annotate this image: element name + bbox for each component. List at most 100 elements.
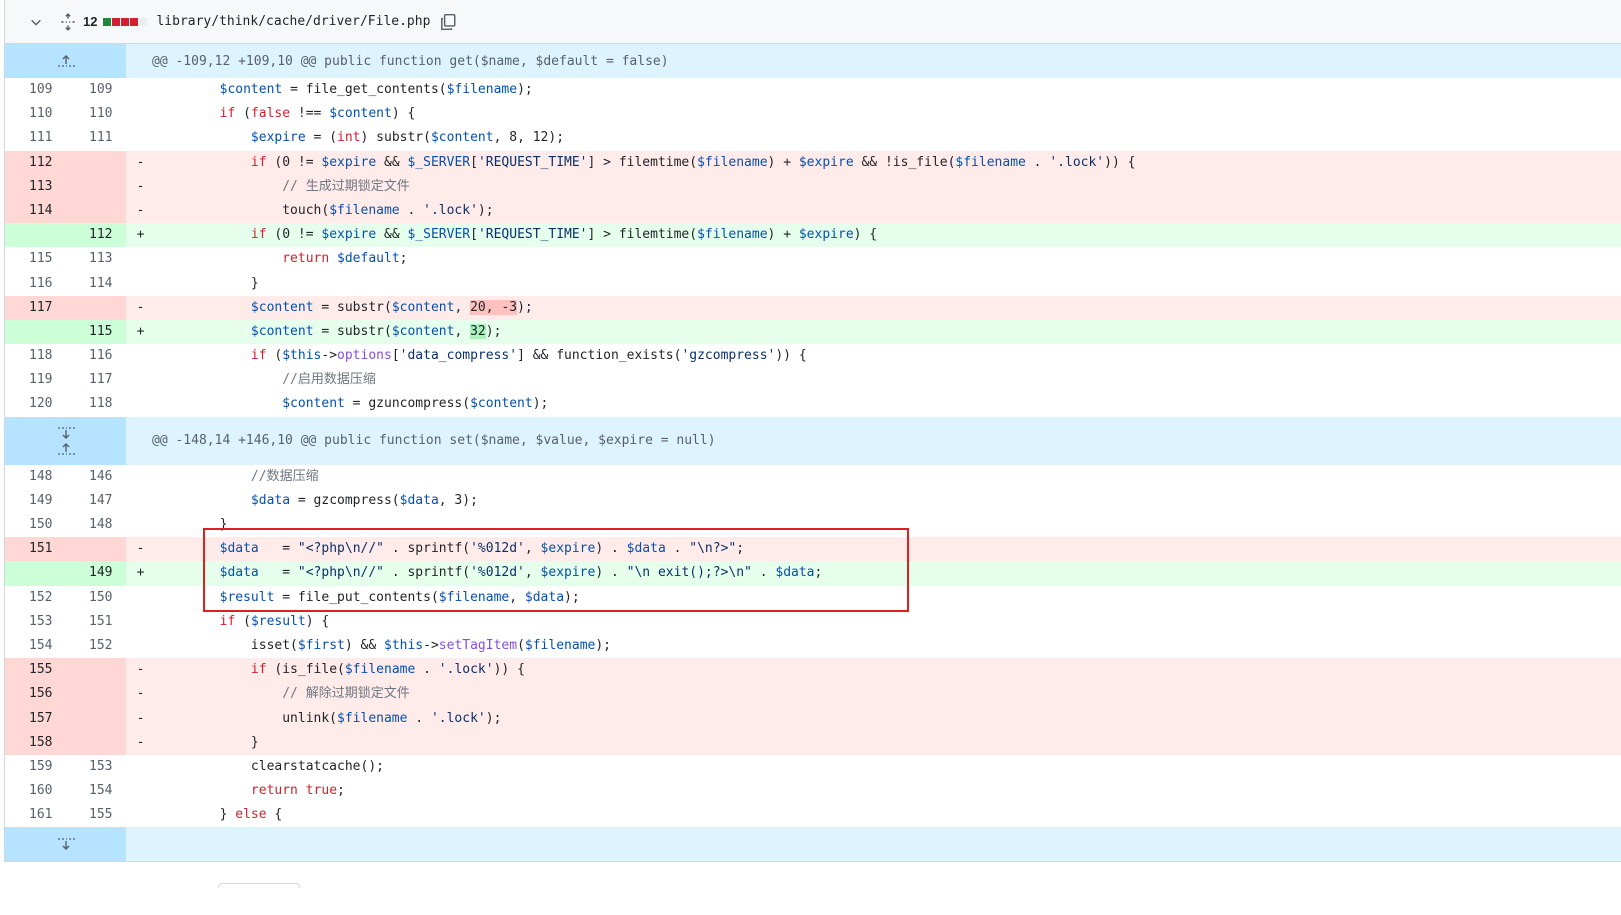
old-line-number[interactable]: 148 (5, 465, 65, 489)
new-line-number[interactable]: 152 (65, 634, 125, 658)
context-line: 153 151 if ($result) { (5, 610, 1621, 634)
new-line-number[interactable] (65, 682, 125, 706)
old-line-number[interactable]: 156 (5, 682, 65, 706)
old-line-number[interactable] (5, 223, 65, 247)
added-line: 149 + $data = "<?php\n//" . sprintf('%012… (5, 561, 1621, 586)
code-content: return true; (250, 783, 345, 799)
diff-marker: + (126, 319, 153, 345)
chevron-down-icon[interactable] (29, 15, 43, 29)
code-content: clearstatcache(); (157, 758, 384, 774)
code-content: if ($result) { (219, 613, 330, 629)
old-line-number[interactable]: 155 (5, 658, 65, 682)
new-line-number[interactable]: 116 (65, 344, 125, 368)
new-line-number[interactable]: 148 (65, 513, 125, 537)
new-line-number[interactable]: 110 (65, 102, 125, 126)
diffstat-square (130, 17, 139, 26)
old-line-number[interactable]: 116 (5, 272, 65, 296)
new-line-number[interactable] (65, 537, 125, 561)
line-number-gutter: 118 116 (5, 344, 126, 368)
old-line-number[interactable]: 149 (5, 489, 65, 513)
new-line-number[interactable]: 146 (65, 465, 125, 489)
expand-between-button[interactable] (5, 416, 126, 465)
old-line-number[interactable]: 114 (5, 199, 65, 223)
old-line-number[interactable]: 159 (5, 755, 65, 779)
deleted-line: 117 - $content = substr($content, 20, -3)… (5, 295, 1621, 320)
copy-icon[interactable] (439, 13, 457, 31)
expand-up-button[interactable] (5, 44, 126, 78)
old-line-number[interactable]: 153 (5, 610, 65, 634)
line-number-gutter: 115 113 (5, 247, 126, 271)
new-line-number[interactable]: 112 (65, 223, 125, 247)
diff-marker (126, 513, 153, 537)
old-line-number[interactable]: 158 (5, 731, 65, 755)
new-line-number[interactable]: 151 (65, 610, 125, 634)
new-line-number[interactable] (65, 151, 125, 175)
context-line: 120 118 $content = gzuncompress($content)… (5, 392, 1621, 416)
diff-marker (126, 586, 153, 610)
new-line-number[interactable]: 154 (65, 779, 125, 803)
old-line-number[interactable]: 111 (5, 126, 65, 150)
new-line-number[interactable] (65, 296, 125, 320)
new-line-number[interactable] (65, 199, 125, 223)
code-content: } else { (157, 807, 283, 823)
old-line-number[interactable]: 152 (5, 586, 65, 610)
new-line-number[interactable]: 109 (65, 78, 125, 102)
file-path[interactable]: library/think/cache/driver/File.php (156, 14, 430, 29)
old-line-number[interactable]: 117 (5, 296, 65, 320)
code-content: isset($first) && $this->setTagItem($file… (157, 637, 612, 653)
new-line-number[interactable]: 150 (65, 586, 125, 610)
diff-marker (126, 803, 153, 827)
code-content: if (false !== $content) { (219, 106, 416, 122)
diff-marker: - (126, 537, 153, 562)
hunk-header-text: @@ -109,12 +109,10 @@ public function ge… (126, 44, 1621, 78)
expand-up-icon (57, 55, 75, 67)
old-line-number[interactable]: 160 (5, 779, 65, 803)
new-line-number[interactable]: 111 (65, 126, 125, 150)
old-line-number[interactable]: 112 (5, 151, 65, 175)
old-line-number[interactable]: 157 (5, 707, 65, 731)
expand-down-icon (57, 427, 75, 439)
old-line-number[interactable]: 109 (5, 78, 65, 102)
old-line-number[interactable] (5, 561, 65, 585)
new-line-number[interactable]: 149 (65, 561, 125, 585)
diff-marker (126, 465, 153, 489)
line-number-gutter: 154 152 (5, 634, 126, 658)
hunk-header: @@ -148,14 +146,10 @@ public function se… (5, 416, 1621, 465)
new-line-number[interactable]: 153 (65, 755, 125, 779)
new-line-number[interactable] (65, 175, 125, 199)
new-line-number[interactable] (65, 658, 125, 682)
old-line-number[interactable]: 150 (5, 513, 65, 537)
new-line-number[interactable]: 118 (65, 392, 125, 416)
diff-marker (126, 755, 153, 779)
code-content: // 解除过期锁定文件 (153, 682, 1621, 707)
context-line: 118 116 if ($this->options['data_compress… (5, 344, 1621, 368)
new-line-number[interactable]: 114 (65, 272, 125, 296)
line-number-gutter: 159 153 (5, 755, 126, 779)
new-line-number[interactable]: 155 (65, 803, 125, 827)
new-line-number[interactable]: 117 (65, 368, 125, 392)
old-line-number[interactable]: 119 (5, 368, 65, 392)
line-number-gutter: 156 (5, 682, 126, 707)
context-line: 115 113 return $default; (5, 247, 1621, 271)
old-line-number[interactable]: 113 (5, 175, 65, 199)
old-line-number[interactable]: 161 (5, 803, 65, 827)
old-line-number[interactable] (5, 320, 65, 344)
code-content: if (0 != $expire && $_SERVER['REQUEST_TI… (153, 150, 1621, 175)
context-line: 159 153 clearstatcache(); (5, 755, 1621, 779)
old-line-number[interactable]: 154 (5, 634, 65, 658)
new-line-number[interactable]: 147 (65, 489, 125, 513)
old-line-number[interactable]: 118 (5, 344, 65, 368)
expand-down-button[interactable] (5, 827, 126, 861)
old-line-number[interactable]: 110 (5, 102, 65, 126)
context-line: 148 146 //数据压缩 (5, 465, 1621, 489)
new-line-number[interactable]: 113 (65, 247, 125, 271)
new-line-number[interactable]: 115 (65, 320, 125, 344)
old-line-number[interactable]: 120 (5, 392, 65, 416)
new-line-number[interactable] (65, 731, 125, 755)
code-content: if ($this->options['data_compress'] && f… (250, 348, 807, 364)
expand-all-icon[interactable] (59, 12, 77, 31)
context-line: 152 150 $result = file_put_contents($file… (5, 586, 1621, 610)
old-line-number[interactable]: 115 (5, 247, 65, 271)
old-line-number[interactable]: 151 (5, 537, 65, 561)
new-line-number[interactable] (65, 707, 125, 731)
